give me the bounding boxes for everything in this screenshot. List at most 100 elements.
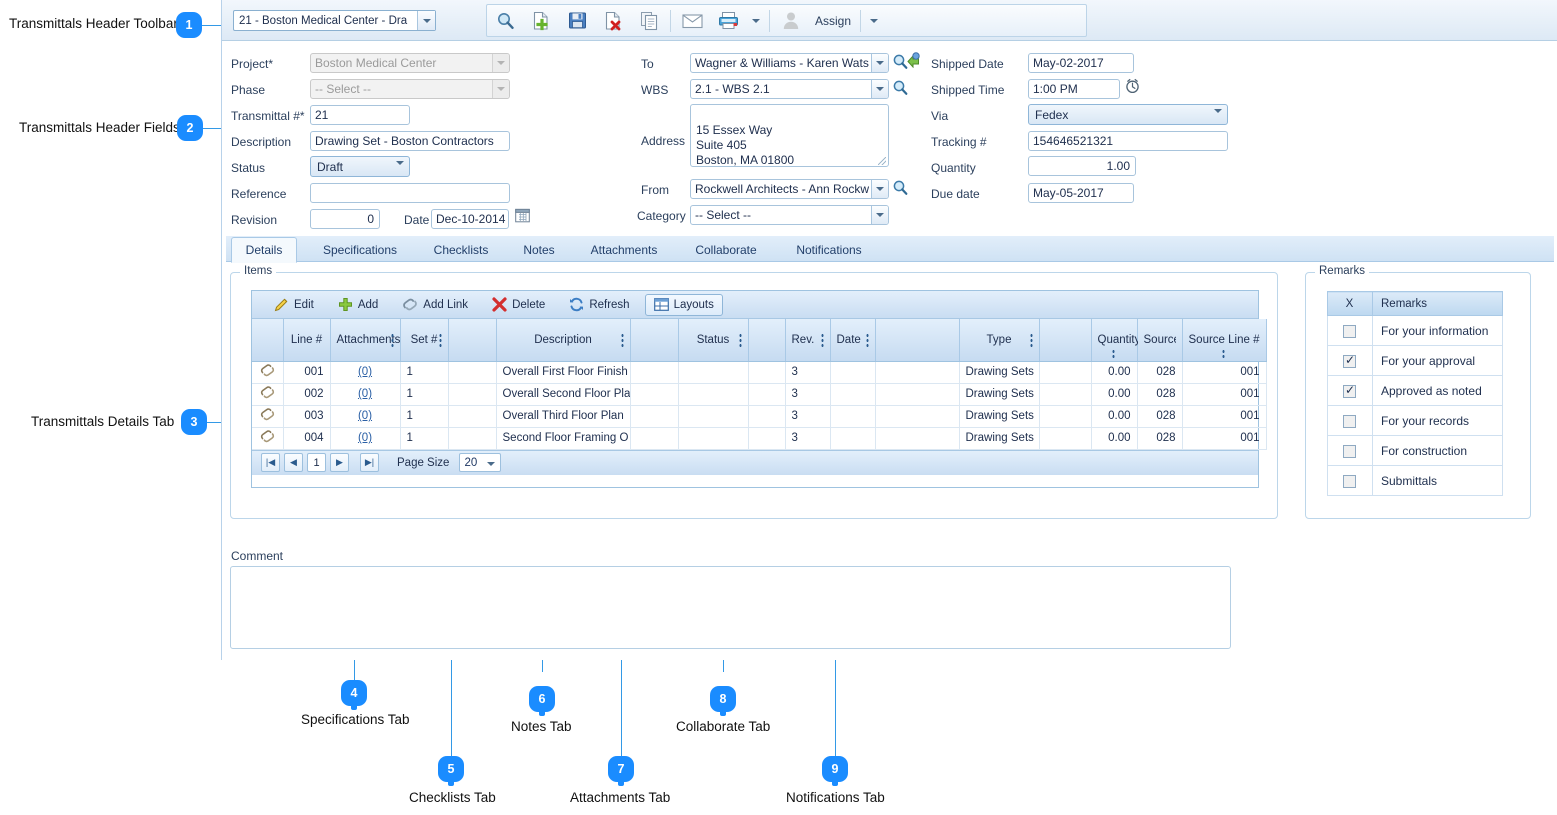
row-attach-icon-cell[interactable] (252, 427, 284, 450)
project-dropdown-icon[interactable] (492, 54, 509, 72)
status-dropdown-icon[interactable] (396, 160, 404, 179)
tracking-field[interactable]: 154646521321 (1028, 131, 1228, 151)
comment-textarea[interactable] (230, 566, 1231, 649)
cell-attachments[interactable]: (0) (330, 405, 401, 428)
col-status[interactable]: Status (678, 319, 749, 362)
tab-notifications[interactable]: Notifications (776, 238, 882, 262)
resize-grip-icon[interactable] (878, 157, 886, 165)
list-item[interactable]: Approved as noted (1327, 375, 1503, 406)
shipped-date-field[interactable]: May-02-2017 (1028, 53, 1134, 73)
remark-checkbox[interactable] (1343, 383, 1356, 398)
save-button[interactable] (559, 5, 595, 36)
page-size-select[interactable]: 20 (459, 453, 502, 472)
delete-button[interactable] (595, 5, 631, 36)
attachments-link[interactable]: (0) (358, 432, 372, 444)
via-dropdown-icon[interactable] (1214, 108, 1222, 127)
column-menu-icon-6[interactable] (865, 332, 869, 348)
column-menu-icon[interactable] (390, 332, 394, 348)
record-selector-dropdown-icon[interactable] (417, 11, 435, 30)
paperclip-icon[interactable] (260, 364, 275, 377)
phase-dropdown-icon[interactable] (492, 80, 509, 98)
paperclip-icon[interactable] (260, 386, 275, 399)
col-description[interactable]: Description (496, 319, 631, 362)
attachments-link[interactable]: (0) (358, 410, 372, 422)
grid-layouts-button[interactable]: Layouts (644, 293, 723, 316)
cell-attachments[interactable]: (0) (330, 383, 401, 406)
wbs-field[interactable]: 2.1 - WBS 2.1 (690, 79, 889, 99)
assign-user-button[interactable] (773, 5, 809, 36)
to-dropdown-icon[interactable] (871, 54, 888, 72)
cell-attachments[interactable]: (0) (330, 361, 401, 384)
print-dropdown-button[interactable] (746, 5, 766, 36)
col-line-no[interactable]: Line # (283, 319, 331, 362)
remark-checkbox[interactable] (1343, 324, 1356, 338)
prev-page-button[interactable]: ◀ (284, 453, 303, 472)
remark-checkbox-cell[interactable] (1327, 465, 1373, 496)
quantity-field[interactable]: 1.00 (1028, 156, 1136, 176)
remark-checkbox-cell[interactable] (1327, 345, 1373, 376)
date-field[interactable]: Dec-10-2014 (431, 209, 509, 229)
list-item[interactable]: For your approval (1327, 345, 1503, 376)
col-source-line-no[interactable]: Source Line # (1182, 319, 1267, 362)
grid-add-link-button[interactable]: Add Link (390, 294, 480, 316)
column-menu-icon-5[interactable] (820, 332, 824, 348)
table-row[interactable]: 001 (0) 1 Overall First Floor Finish 3 D… (252, 361, 1267, 384)
reference-field[interactable] (310, 183, 510, 203)
cell-attachments[interactable]: (0) (330, 427, 401, 450)
assign-label[interactable]: Assign (809, 14, 857, 28)
list-item[interactable]: For your records (1327, 405, 1503, 436)
remark-checkbox-cell[interactable] (1327, 405, 1373, 436)
col-source-id[interactable]: Source ID (1137, 319, 1183, 362)
column-menu-icon-9[interactable] (1222, 348, 1225, 359)
status-combo[interactable]: Draft (310, 156, 410, 179)
next-page-button[interactable]: ▶ (330, 453, 349, 472)
col-blank-3[interactable] (748, 319, 786, 362)
to-add-contact-button[interactable] (905, 52, 921, 71)
tab-specifications[interactable]: Specifications (305, 238, 415, 262)
current-page-button[interactable]: 1 (307, 453, 326, 472)
col-date[interactable]: Date (830, 319, 876, 362)
email-button[interactable] (674, 5, 710, 36)
col-blank-2[interactable] (630, 319, 679, 362)
to-field[interactable]: Wagner & Williams - Karen Wats (690, 53, 889, 73)
via-combo[interactable]: Fedex (1028, 104, 1228, 127)
attachments-link[interactable]: (0) (358, 366, 372, 378)
copy-button[interactable] (631, 5, 667, 36)
remark-checkbox-cell[interactable] (1327, 315, 1373, 346)
grid-refresh-button[interactable]: Refresh (557, 294, 641, 316)
date-picker-button[interactable] (515, 208, 530, 226)
address-field[interactable]: 15 Essex Way Suite 405 Boston, MA 01800 (690, 104, 889, 167)
remark-checkbox-cell[interactable] (1327, 435, 1373, 466)
grid-edit-button[interactable]: Edit (262, 294, 326, 316)
table-row[interactable]: 003 (0) 1 Overall Third Floor Plan 3 Dra… (252, 405, 1267, 428)
last-page-button[interactable]: ▶| (360, 453, 379, 472)
row-attach-icon-cell[interactable] (252, 405, 284, 428)
remark-checkbox-cell[interactable] (1327, 375, 1373, 406)
paperclip-icon[interactable] (260, 408, 275, 421)
col-rev[interactable]: Rev. (785, 319, 831, 362)
list-item[interactable]: For construction (1327, 435, 1503, 466)
grid-delete-button[interactable]: Delete (480, 294, 557, 316)
remark-checkbox[interactable] (1343, 414, 1356, 428)
wbs-lookup-button[interactable] (892, 79, 909, 100)
column-menu-icon-2[interactable] (438, 332, 442, 348)
record-selector-combo[interactable]: 21 - Boston Medical Center - Dra (233, 10, 436, 31)
col-quantity[interactable]: Quantity (1091, 319, 1140, 362)
column-menu-icon-4[interactable] (738, 332, 742, 348)
transmittal-no-field[interactable]: 21 (310, 105, 410, 125)
column-menu-icon-3[interactable] (620, 332, 624, 348)
col-blank-4[interactable] (875, 319, 960, 362)
search-button[interactable] (487, 5, 523, 36)
col-set-no[interactable]: Set # (400, 319, 449, 362)
col-type[interactable]: Type (959, 319, 1040, 362)
from-field[interactable]: Rockwell Architects - Ann Rockw (690, 179, 889, 199)
tab-checklists[interactable]: Checklists (416, 238, 506, 262)
attachments-link[interactable]: (0) (358, 388, 372, 400)
new-button[interactable] (523, 5, 559, 36)
time-picker-button[interactable] (1125, 78, 1140, 97)
due-date-field[interactable]: May-05-2017 (1028, 183, 1134, 203)
column-menu-icon-7[interactable] (1029, 332, 1033, 348)
list-item[interactable]: Submittals (1327, 465, 1503, 496)
table-row[interactable]: 002 (0) 1 Overall Second Floor Pla 3 Dra… (252, 383, 1267, 406)
wbs-dropdown-icon[interactable] (871, 80, 888, 98)
